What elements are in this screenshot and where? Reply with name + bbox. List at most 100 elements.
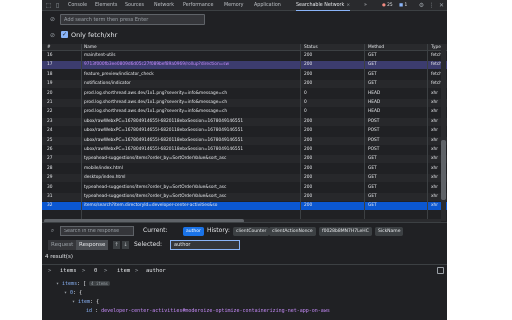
selected-label: Selected: — [134, 241, 163, 248]
table-row[interactable]: 21 prod.log.shorthread.aws.dev/1x1.png?se… — [42, 99, 447, 107]
tab-elements[interactable]: Elements — [95, 0, 117, 11]
chevron-down-icon: ▾ — [56, 281, 60, 287]
tab-network[interactable]: Network — [154, 0, 174, 11]
header-num[interactable]: # — [47, 44, 77, 51]
json-path-breadcrumb: > items > 0 > item > author — [42, 265, 447, 277]
tab-request[interactable]: Request — [48, 240, 77, 250]
next-result-button[interactable]: ↓ — [122, 241, 129, 249]
table-row[interactable]: 16 main/tent-utils 200 GET fetch — [42, 52, 447, 60]
table-row[interactable]: 23 ubox/rawWebxPC=167804914655l-6820118eb… — [42, 117, 447, 126]
row-num: 18 — [47, 71, 53, 77]
warnings-count: 1 — [404, 3, 408, 8]
tree-leaf-id[interactable]: id : developer-center-activities#moderoi… — [86, 307, 330, 316]
close-devtools-icon[interactable]: ✕ — [438, 2, 445, 9]
table-row[interactable]: 28 mobile/index.html 200 GET xhr — [42, 165, 447, 173]
header-name[interactable]: Name — [84, 44, 296, 51]
device-toolbar-icon[interactable]: ▯ — [54, 2, 61, 9]
row-method: HEAD — [368, 100, 381, 105]
tab-sources[interactable]: Sources — [125, 0, 144, 11]
history-item[interactable]: f0028b8MN7H7LeHC — [319, 226, 372, 236]
path-segment[interactable]: item — [117, 265, 130, 277]
tab-memory[interactable]: Memory — [224, 0, 244, 11]
kebab-menu-icon[interactable]: ⋮ — [428, 2, 435, 9]
search-row: ⊘ — [42, 11, 447, 28]
row-name: ubox/rawWebxPC=167804914655l-6820118ebxS… — [84, 147, 244, 152]
row-num: 29 — [47, 175, 53, 181]
errors-badge[interactable]: ● 25 — [381, 3, 394, 9]
row-method: HEAD — [368, 109, 381, 115]
current-label: Current: — [143, 227, 168, 234]
table-row[interactable]: 26 ubox/rawWebxPC=167804914655l-6820118eb… — [42, 146, 447, 154]
tab-searchable-network-label: Searchable Network — [296, 3, 345, 8]
path-segment[interactable]: 0 — [94, 265, 97, 277]
row-name: prod.log.shorthread.aws.dev/1x1.png?seve… — [84, 100, 228, 105]
row-name: items/search?item.directoryId=developer-… — [84, 203, 218, 209]
selected-term-input[interactable] — [170, 240, 240, 250]
table-row[interactable]: 30 typeahead-suggestions/items?order_by=S… — [42, 184, 447, 192]
history-label: History: — [207, 227, 230, 234]
current-term-pill[interactable]: author — [183, 226, 204, 236]
header-status[interactable]: Status — [304, 44, 364, 51]
table-row[interactable]: 18 feature_preview/indicator_check 200 GET f… — [42, 71, 447, 79]
devtools-window: ⬚ ▯ Console Elements Sources Network Per… — [42, 0, 447, 320]
response-search-input[interactable] — [60, 226, 134, 236]
history-item[interactable]: SickName — [375, 226, 404, 236]
row-method: GET — [368, 71, 377, 77]
row-method: GET — [368, 175, 377, 181]
row-status: 200 — [304, 71, 313, 77]
inspect-element-icon[interactable]: ⬚ — [45, 2, 52, 9]
row-num: 17 — [47, 62, 53, 68]
path-separator: > — [135, 268, 139, 274]
table-row[interactable]: 19 notifications/indicator 200 GET fetch — [42, 80, 447, 89]
header-method[interactable]: Method — [368, 44, 428, 51]
tree-key: items — [62, 281, 78, 287]
row-name: prod.log.shorthread.aws.dev/1x1.png?seve… — [84, 109, 228, 115]
row-status: 200 — [304, 62, 313, 68]
table-row[interactable]: 27 typeahead-suggestions/items?order_by=S… — [42, 155, 447, 164]
scroll-thumb[interactable] — [441, 140, 446, 200]
row-name: mobile/index.html — [84, 165, 123, 171]
row-status: 200 — [304, 147, 313, 152]
tree-node-item[interactable]: ▾ item: { — [72, 298, 99, 307]
previous-result-button[interactable]: ↑ — [113, 241, 120, 249]
row-method: GET — [368, 165, 377, 171]
table-row[interactable]: 32 items/search?item.directoryId=develope… — [42, 202, 447, 211]
table-row[interactable]: 29 desktop/index.html 200 GET xhr — [42, 174, 447, 183]
search-input[interactable] — [60, 14, 205, 25]
tree-node-items[interactable]: ▾ items: [ 4 items — [56, 280, 110, 289]
tab-searchable-network[interactable]: Searchable Network × — [296, 0, 351, 11]
tree-bracket: : { — [90, 299, 100, 305]
clear-icon[interactable]: ⊘ — [49, 16, 56, 23]
table-row[interactable]: 20 prod.log.shorthread.aws.dev/1x1.png?se… — [42, 90, 447, 98]
table-row[interactable]: 25 ubox/rawWebxPC=167804914655l-6820118eb… — [42, 136, 447, 145]
history-item[interactable]: clientActionNonce — [269, 226, 316, 236]
tab-console[interactable]: Console — [68, 0, 87, 11]
warnings-badge[interactable]: ■ 1 — [398, 3, 408, 9]
copy-icon[interactable] — [437, 267, 444, 274]
table-vertical-scrollbar[interactable] — [441, 44, 446, 221]
only-fetch-xhr-checkbox[interactable]: ✓ — [61, 31, 68, 38]
tab-application[interactable]: Application — [254, 0, 281, 11]
tree-node-index[interactable]: ▾ 0: { — [64, 289, 82, 298]
gear-icon[interactable]: ⚙ — [418, 2, 425, 9]
table-row[interactable]: 22 prod.log.shorthread.aws.dev/1x1.png?se… — [42, 108, 447, 116]
close-icon[interactable]: × — [346, 3, 350, 8]
row-status: 200 — [304, 137, 313, 143]
table-row[interactable]: 17 9713f000fb3ee0809d6d05c27f089bef89a096… — [42, 61, 447, 70]
row-method: POST — [368, 118, 380, 124]
search-icon: ⌕ — [50, 227, 55, 234]
item-count-badge: 4 items — [89, 281, 110, 286]
row-num: 23 — [47, 118, 53, 124]
tab-performance[interactable]: Performance — [183, 0, 213, 11]
tab-response[interactable]: Response — [76, 240, 109, 250]
path-segment[interactable]: items — [60, 265, 77, 277]
history-item[interactable]: clientCounter — [233, 226, 270, 236]
path-segment[interactable]: author — [146, 265, 166, 277]
clear-log-icon[interactable]: ⊘ — [49, 32, 56, 39]
errors-count: 25 — [387, 3, 393, 8]
table-row[interactable]: 24 ubox/rawWebxPC=167804914655l-6820118eb… — [42, 127, 447, 135]
row-status: 0 — [304, 109, 307, 115]
row-method: POST — [368, 137, 380, 143]
table-row[interactable]: 31 typeahead-suggestions/items?order_by=S… — [42, 193, 447, 201]
more-tabs-icon[interactable]: » — [364, 0, 367, 11]
